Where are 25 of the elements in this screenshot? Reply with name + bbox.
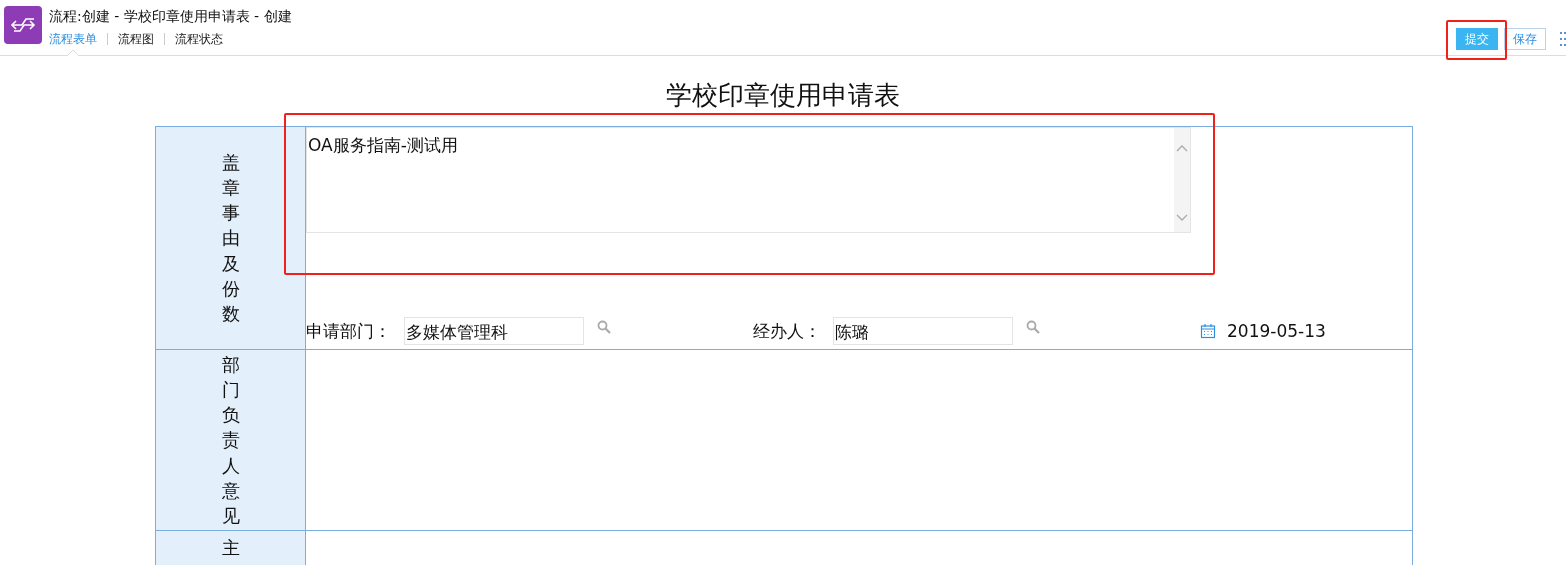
input-field[interactable]: 多媒体管理科 (404, 317, 584, 345)
date-value: 2019-05-13 (1227, 321, 1326, 341)
row-label: 部门负责人意见 (221, 352, 240, 528)
reason-textarea[interactable]: OA服务指南-测试用 (306, 127, 1191, 233)
row-label: 盖章事由及份数 (221, 150, 240, 326)
save-button[interactable]: 保存 (1504, 28, 1546, 50)
textarea-value: OA服务指南-测试用 (308, 134, 458, 157)
grip-icon[interactable] (1560, 32, 1566, 46)
row-label: 主 (221, 536, 240, 560)
tab[interactable]: 流程表单 (49, 31, 97, 56)
field-label: 经办人： (753, 319, 822, 343)
window-title: 流程:创建 - 学校印章使用申请表 - 创建 (49, 8, 292, 25)
tab[interactable]: 流程图 (118, 31, 154, 56)
tab[interactable]: 流程状态 (175, 31, 223, 56)
form-title: 学校印章使用申请表 (665, 79, 901, 112)
calendar-icon[interactable] (1200, 323, 1216, 339)
scrollbar[interactable] (1174, 128, 1190, 232)
search-icon[interactable] (1026, 320, 1040, 334)
scroll-up-icon[interactable] (1176, 144, 1188, 152)
scroll-down-icon[interactable] (1176, 214, 1188, 222)
app-logo-icon (4, 6, 42, 44)
highlight-frame (1446, 20, 1507, 60)
search-icon[interactable] (597, 320, 611, 334)
field-label: 申请部门： (306, 319, 392, 343)
input-field[interactable]: 陈璐 (833, 317, 1013, 345)
